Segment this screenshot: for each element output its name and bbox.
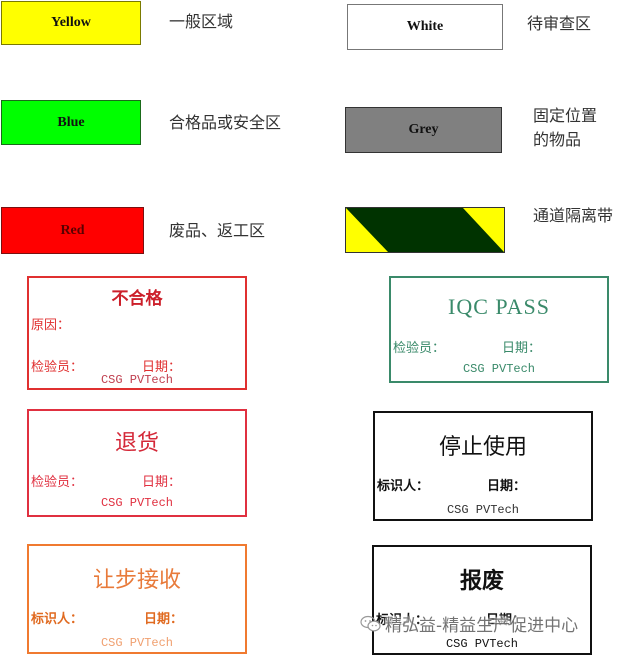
card-title: 报废 xyxy=(459,569,504,594)
field-marker: 标识人： xyxy=(377,479,430,494)
card-footer: CSG PVTech xyxy=(100,373,173,387)
field-date: 日期： xyxy=(502,341,542,356)
legend-description-line: 固定位置 xyxy=(533,106,598,125)
label-card-nonconforming: 不合格 原因： 检验员： 日期： CSG PVTech xyxy=(27,276,247,390)
card-footer: CSG PVTech xyxy=(100,636,173,650)
legend-description: 待审查区 xyxy=(527,14,592,33)
legend-description: 固定位置 的物品 xyxy=(533,104,597,152)
swatch-label: Red xyxy=(60,222,85,238)
card-title: IQC PASS xyxy=(448,294,550,319)
legend-description: 通道隔离带 xyxy=(533,206,614,225)
field-inspector: 检验员： xyxy=(393,341,446,356)
watermark: 精弘益-精益生产促进中心 xyxy=(360,611,578,636)
field-inspector: 检验员： xyxy=(31,475,84,490)
label-card-scrap: 报废 标识人： 日期： CSG PVTech xyxy=(372,545,592,655)
card-footer: CSG PVTech xyxy=(445,637,518,651)
field-marker: 标识人： xyxy=(31,612,84,627)
legend-description-line: 的物品 xyxy=(533,130,582,149)
swatch-aisle-stripe xyxy=(345,207,505,253)
card-title: 停止使用 xyxy=(438,435,527,460)
swatch-label: White xyxy=(406,19,444,34)
swatch-yellow: Yellow xyxy=(1,1,141,45)
swatch-grey: Grey xyxy=(345,107,502,153)
card-footer: CSG PVTech xyxy=(100,496,173,510)
swatch-label: Blue xyxy=(57,114,85,130)
swatch-label: Yellow xyxy=(51,15,91,30)
card-footer: CSG PVTech xyxy=(446,503,519,517)
legend-description: 一般区域 xyxy=(169,12,234,31)
label-card-stop-use: 停止使用 标识人： 日期： CSG PVTech xyxy=(373,411,593,521)
label-card-iqc-pass: IQC PASS 检验员： 日期： CSG PVTech xyxy=(389,276,609,383)
card-title: 不合格 xyxy=(111,289,163,309)
stripe-pattern xyxy=(346,208,504,252)
label-card-concession: 让步接收 标识人： 日期： CSG PVTech xyxy=(27,544,247,654)
legend-description: 废品、返工区 xyxy=(169,221,266,240)
card-footer: CSG PVTech xyxy=(462,362,535,376)
field-date: 日期： xyxy=(144,612,184,627)
swatch-label: Grey xyxy=(408,122,439,137)
card-title: 退货 xyxy=(114,431,159,456)
field-date: 日期： xyxy=(487,479,527,494)
legend-description: 合格品或安全区 xyxy=(169,113,282,132)
field-date: 日期： xyxy=(142,475,182,490)
wechat-icon xyxy=(360,615,381,631)
watermark-text: 精弘益-精益生产促进中心 xyxy=(385,616,579,636)
label-card-return: 退货 检验员： 日期： CSG PVTech xyxy=(27,409,247,517)
swatch-white: White xyxy=(347,4,503,50)
swatch-blue: Blue xyxy=(1,100,141,145)
swatch-red: Red xyxy=(1,207,144,254)
card-title: 让步接收 xyxy=(92,568,181,593)
field-reason: 原因： xyxy=(31,318,71,333)
